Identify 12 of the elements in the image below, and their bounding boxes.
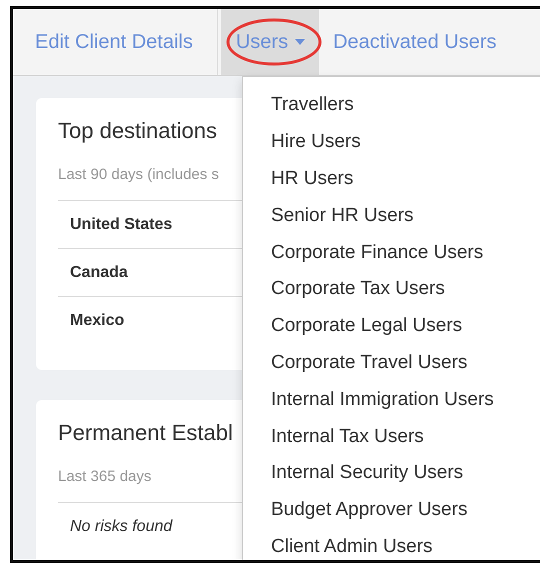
menu-item[interactable]: Internal Tax Users (243, 418, 452, 455)
menu-item[interactable]: Hire Users (243, 124, 389, 161)
menu-item[interactable]: Client Admin Users (243, 528, 461, 560)
empty-message: No risks found (69, 517, 174, 537)
menu-item[interactable]: Corporate Legal Users (243, 308, 490, 345)
country-name: Mexico (69, 311, 126, 331)
menu-item[interactable]: Internal Immigration Users (243, 381, 522, 418)
card-title: Permanent Establ (58, 420, 234, 446)
card-title: Top destinations (58, 118, 218, 144)
menu-item[interactable]: Corporate Travel Users (243, 344, 496, 382)
caret-icon (295, 39, 306, 45)
menu-item[interactable]: Travellers (243, 87, 382, 124)
